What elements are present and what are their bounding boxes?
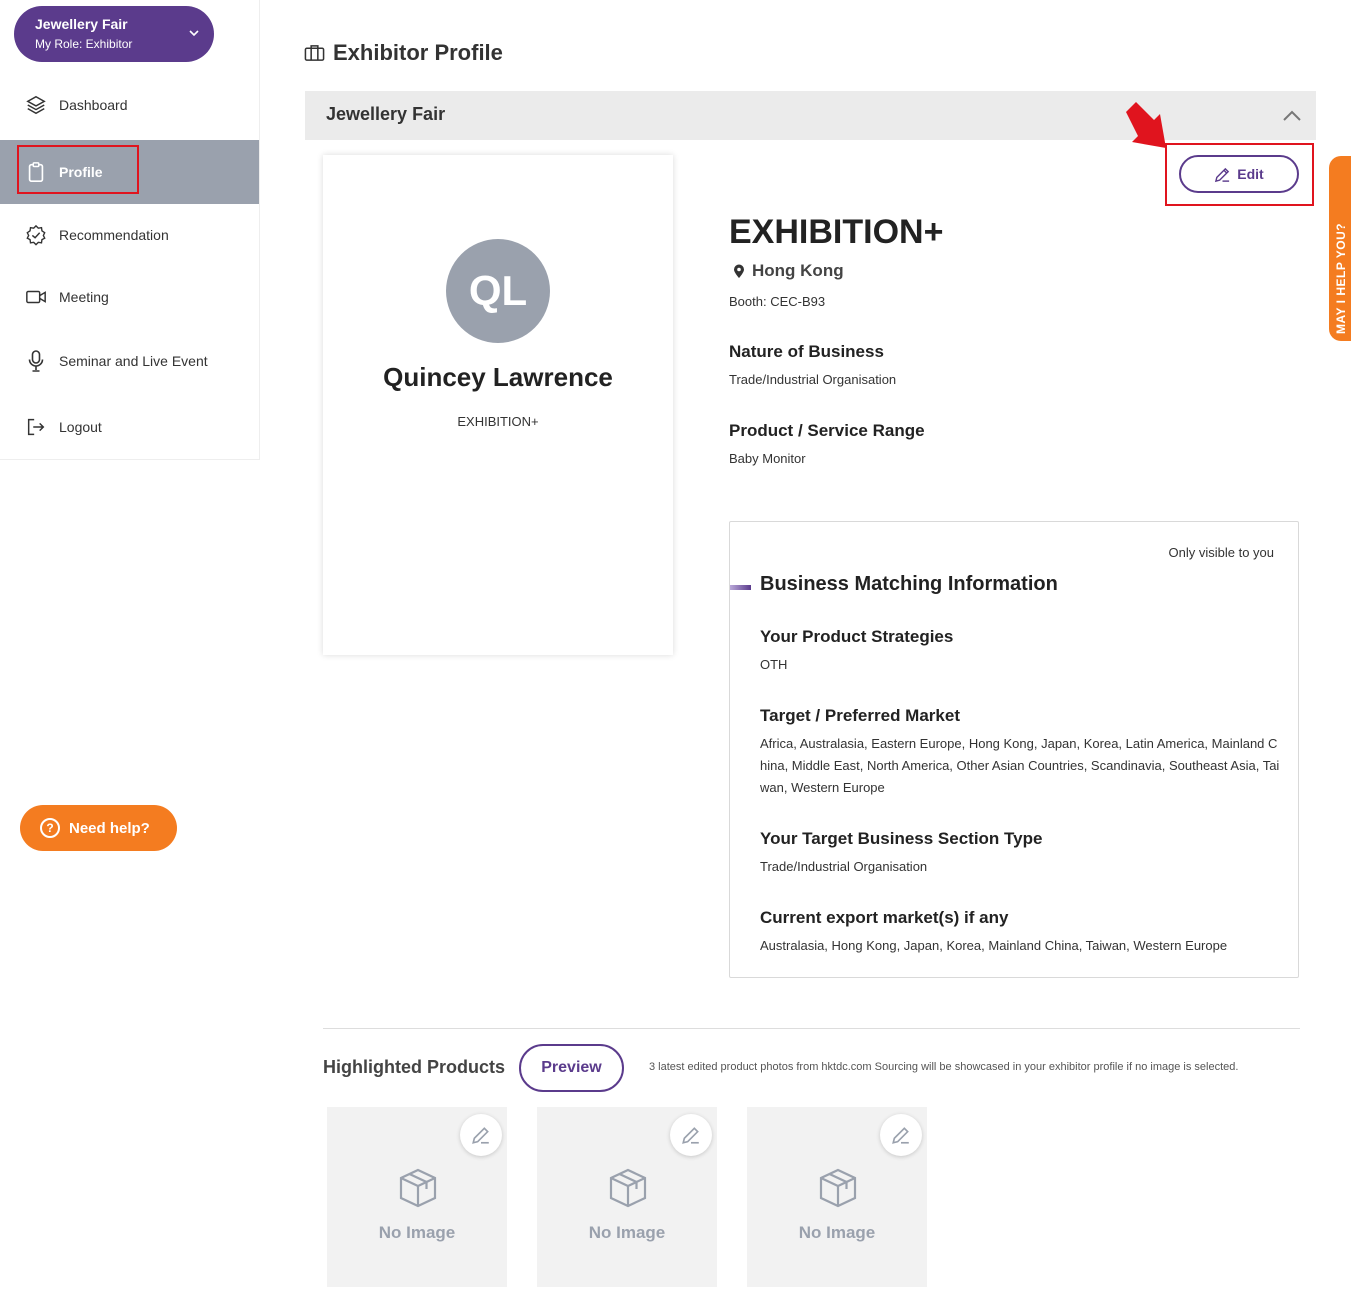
map-pin-icon: [734, 264, 744, 278]
edit-button-label: Edit: [1237, 166, 1264, 182]
pencil-icon: [472, 1127, 489, 1144]
export-markets-label: Current export market(s) if any: [760, 908, 1009, 927]
product-strategies-label: Your Product Strategies: [760, 627, 954, 646]
export-markets-value: Australasia, Hong Kong, Japan, Korea, Ma…: [760, 938, 1228, 953]
product-tile[interactable]: No Image: [327, 1107, 507, 1287]
video-camera-icon: [24, 285, 48, 309]
logout-icon: [24, 415, 48, 439]
company-name: EXHIBITION+: [729, 213, 944, 251]
person-company: EXHIBITION+: [457, 414, 539, 429]
sidebar-item-label: Profile: [59, 164, 103, 180]
highlighted-products-title: Highlighted Products: [323, 1057, 505, 1077]
business-matching-title: Business Matching Information: [760, 573, 1058, 595]
question-mark-icon: ?: [40, 818, 60, 838]
product-range-value: Baby Monitor: [729, 451, 806, 466]
sidebar-item-recommendation[interactable]: Recommendation: [0, 203, 259, 267]
package-icon: [609, 1168, 647, 1208]
product-tile[interactable]: No Image: [537, 1107, 717, 1287]
need-help-button[interactable]: ? Need help?: [20, 805, 177, 851]
may-i-help-you-tab[interactable]: MAY I HELP YOU?: [1329, 156, 1351, 341]
pencil-icon: [892, 1127, 909, 1144]
pencil-icon: [682, 1127, 699, 1144]
accordion-title: Jewellery Fair: [326, 104, 446, 124]
pencil-icon: [1215, 167, 1230, 182]
need-help-label: Need help?: [69, 819, 150, 837]
tile-edit-button[interactable]: [670, 1114, 712, 1156]
business-matching-panel: Only visible to you Business Matching In…: [729, 521, 1299, 978]
section-accent-bar: [730, 585, 751, 590]
page-title: Exhibitor Profile: [304, 40, 503, 66]
preview-button[interactable]: Preview: [519, 1044, 624, 1092]
target-business-section-label: Your Target Business Section Type: [760, 829, 1043, 848]
sidebar-item-logout[interactable]: Logout: [0, 395, 259, 459]
sidebar-item-profile[interactable]: Profile: [0, 140, 259, 204]
briefcase-icon: [304, 45, 325, 61]
chevron-up-icon[interactable]: [1282, 108, 1302, 122]
sidebar-item-meeting[interactable]: Meeting: [0, 265, 259, 329]
package-icon: [819, 1168, 857, 1208]
badge-check-icon: [24, 223, 48, 247]
booth-number: Booth: CEC-B93: [729, 294, 826, 309]
sidebar-item-label: Seminar and Live Event: [59, 353, 208, 369]
sidebar-item-label: Dashboard: [59, 97, 128, 113]
no-image-label: No Image: [588, 1223, 666, 1242]
sidebar-item-label: Recommendation: [59, 227, 169, 243]
tile-edit-button[interactable]: [460, 1114, 502, 1156]
highlighted-products-note: 3 latest edited product photos from hktd…: [649, 1061, 1239, 1073]
event-accordion-header[interactable]: Jewellery Fair: [305, 91, 1316, 140]
target-market-value: Africa, Australasia, Eastern Europe, Hon…: [760, 736, 1280, 795]
section-divider: [323, 1028, 1300, 1029]
side-tab-label: MAY I HELP YOU?: [1334, 222, 1348, 334]
product-strategies-value: OTH: [760, 657, 788, 672]
target-business-section-value: Trade/Industrial Organisation: [760, 859, 928, 874]
chevron-down-icon: [189, 30, 199, 37]
no-image-label: No Image: [798, 1223, 876, 1242]
package-icon: [399, 1168, 437, 1208]
profile-card: QL Quincey Lawrence EXHIBITION+: [323, 155, 673, 655]
sidebar-item-dashboard[interactable]: Dashboard: [0, 73, 259, 137]
nature-of-business-label: Nature of Business: [729, 342, 884, 361]
product-range-label: Product / Service Range: [729, 421, 925, 440]
microphone-icon: [24, 349, 48, 373]
event-switcher[interactable]: Jewellery Fair My Role: Exhibitor: [14, 6, 214, 62]
page-title-text: Exhibitor Profile: [333, 40, 503, 65]
sidebar-item-seminar[interactable]: Seminar and Live Event: [0, 329, 259, 393]
clipboard-icon: [24, 160, 48, 184]
edit-button[interactable]: Edit: [1179, 155, 1299, 193]
location-text: Hong Kong: [752, 261, 844, 280]
sidebar-item-label: Meeting: [59, 289, 109, 305]
sidebar: Jewellery Fair My Role: Exhibitor Dashbo…: [0, 0, 260, 460]
avatar: QL: [446, 239, 550, 343]
sidebar-item-label: Logout: [59, 419, 102, 435]
nature-of-business-value: Trade/Industrial Organisation: [729, 372, 897, 387]
company-location: Hong Kong: [733, 261, 844, 281]
tile-edit-button[interactable]: [880, 1114, 922, 1156]
person-name: Quincey Lawrence: [383, 362, 613, 392]
target-market-label: Target / Preferred Market: [760, 706, 960, 725]
layers-icon: [24, 93, 48, 117]
no-image-label: No Image: [378, 1223, 456, 1242]
product-tile[interactable]: No Image: [747, 1107, 927, 1287]
visibility-note: Only visible to you: [1168, 545, 1275, 560]
